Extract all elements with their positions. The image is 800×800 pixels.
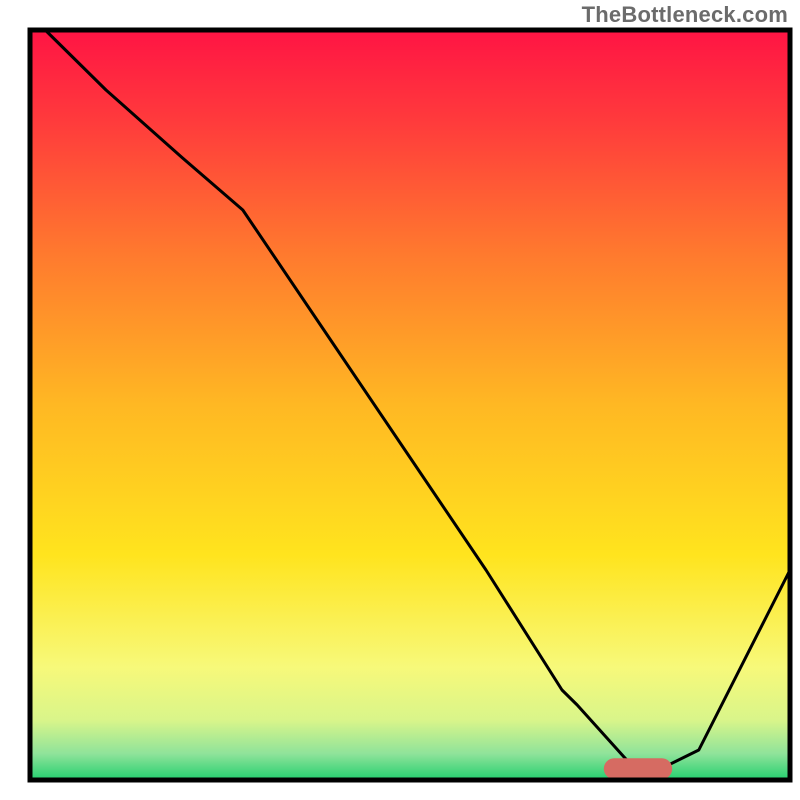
bottleneck-chart: TheBottleneck.com	[0, 0, 800, 800]
watermark-text: TheBottleneck.com	[582, 2, 788, 28]
plot-background	[30, 30, 790, 780]
optimal-range-marker	[604, 758, 672, 779]
chart-svg	[0, 0, 800, 800]
